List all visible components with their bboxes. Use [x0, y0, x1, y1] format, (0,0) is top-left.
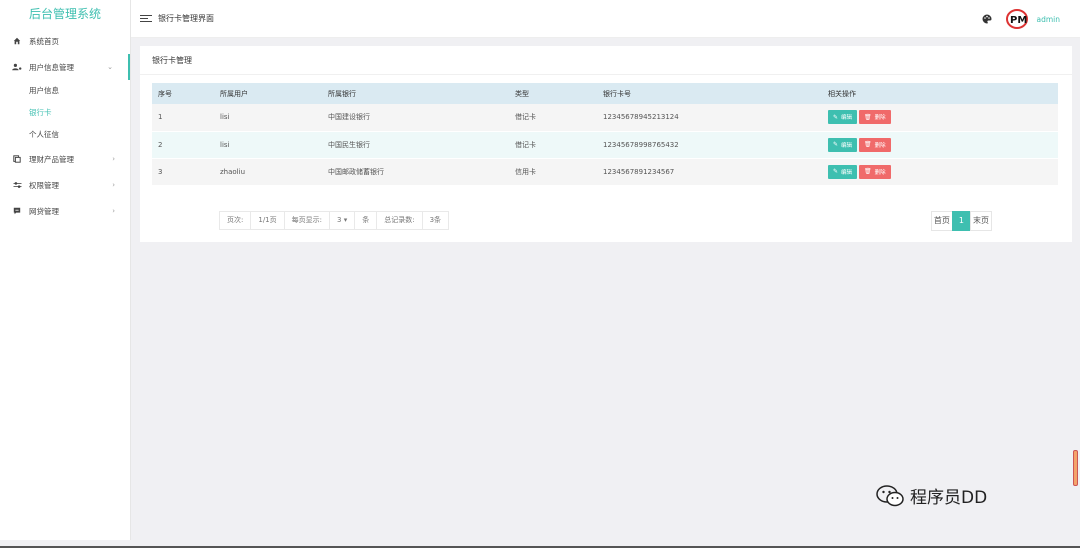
per-page-unit: 条: [355, 212, 378, 229]
trash-icon: 🗑: [864, 168, 872, 175]
sidebar-item-label: 网贷管理: [29, 206, 59, 216]
sidebar-item-home[interactable]: 系统首页: [0, 28, 130, 54]
cell-actions: ✎ 编辑 🗑 删除: [822, 131, 1058, 158]
brand-title: 后台管理系统: [28, 7, 101, 21]
user-name[interactable]: admin: [1037, 15, 1061, 24]
cell-type: 借记卡: [515, 140, 536, 149]
last-page-button[interactable]: 末页: [970, 211, 992, 231]
total-value: 3条: [429, 216, 442, 224]
column-header: 所属用户: [220, 89, 248, 98]
delete-button[interactable]: 🗑 删除: [859, 164, 891, 179]
cell-card-number: 12345678945213124: [603, 113, 679, 122]
column-header: 所属银行: [328, 89, 356, 98]
sidebar-item-label: 用户信息管理: [29, 62, 74, 72]
pencil-icon: ✎: [833, 168, 839, 175]
wechat-icon: [876, 484, 904, 506]
per-page-label: 每页显示:: [285, 212, 330, 229]
sidebar-subitem-user-info[interactable]: 用户信息: [0, 80, 130, 102]
bank-card-panel: 银行卡管理 序号 所属用户 所属银行 类型 银行卡号 相关操作 1 lisi 中…: [140, 46, 1072, 242]
edit-label: 编辑: [841, 142, 853, 149]
finance-icon: [12, 154, 22, 164]
top-bar: 银行卡管理界面 PM admin: [131, 0, 1080, 38]
per-page-value: 3: [336, 216, 342, 224]
watermark-text: 程序员DD: [910, 488, 988, 508]
delete-label: 删除: [874, 115, 886, 122]
sidebar-item-finance[interactable]: 理财产品管理 ›: [0, 146, 130, 172]
current-page-button[interactable]: 1: [951, 211, 971, 231]
edit-button[interactable]: ✎ 编辑: [828, 110, 858, 125]
edit-label: 编辑: [841, 169, 853, 176]
sidebar-subitem-bank-card[interactable]: 银行卡: [0, 102, 130, 124]
cell-bank: 中国民生银行: [328, 140, 370, 149]
chevron-down-icon: ⌄: [107, 63, 113, 71]
chevron-down-icon: ▾: [343, 216, 348, 224]
cell-user: zhaoliu: [220, 167, 246, 176]
pencil-icon: ✎: [833, 141, 839, 148]
sliders-icon: [12, 180, 22, 190]
pagination: 首页 1 末页: [930, 211, 992, 231]
cell-index: 1: [158, 113, 163, 122]
palette-icon[interactable]: [982, 14, 992, 24]
cell-index: 3: [158, 167, 163, 176]
avatar[interactable]: PM: [1005, 9, 1028, 29]
page-title: 银行卡管理界面: [158, 14, 214, 23]
sidebar-item-user-info[interactable]: 用户信息管理 ⌄: [0, 54, 130, 80]
edit-button[interactable]: ✎ 编辑: [828, 137, 858, 152]
pagination-info: 页次: 1/1页 每页显示: 3 ▾ 条 总记录数: 3条: [219, 211, 450, 230]
total-label: 总记录数:: [377, 212, 423, 229]
pencil-icon: ✎: [833, 113, 839, 121]
sidebar: 后台管理系统 系统首页 用户信息管理 ⌄ 用户信息 银行卡 个人征信 理财产品管…: [0, 0, 131, 540]
menu-toggle-icon[interactable]: [140, 15, 152, 22]
sidebar-item-label: 权限管理: [29, 180, 59, 190]
delete-label: 删除: [874, 142, 886, 149]
edit-label: 编辑: [841, 115, 853, 122]
sidebar-item-permission[interactable]: 权限管理 ›: [0, 172, 130, 198]
column-header: 银行卡号: [603, 89, 631, 98]
cell-user: lisi: [220, 113, 230, 122]
table-row: 2 lisi 中国民生银行 借记卡 12345678998765432 ✎ 编辑 🗑…: [152, 131, 1058, 158]
scrollbar[interactable]: [1073, 450, 1078, 486]
sidebar-item-loan[interactable]: 网贷管理 ›: [0, 198, 130, 224]
cell-actions: ✎ 编辑 🗑 删除: [822, 104, 1058, 131]
column-header: 序号: [158, 89, 172, 98]
users-icon: [12, 62, 22, 72]
column-header: 相关操作: [828, 89, 856, 98]
panel-title: 银行卡管理: [140, 46, 1072, 75]
trash-icon: 🗑: [864, 141, 872, 148]
cell-index: 2: [158, 140, 163, 149]
page-label: 页次:: [220, 212, 252, 229]
edit-button[interactable]: ✎ 编辑: [828, 164, 858, 179]
delete-label: 删除: [874, 169, 886, 176]
sidebar-subitem-credit[interactable]: 个人征信: [0, 124, 130, 146]
table-header-row: 序号 所属用户 所属银行 类型 银行卡号 相关操作: [152, 83, 1058, 104]
cell-bank: 中国建设银行: [328, 113, 370, 122]
first-page-button[interactable]: 首页: [930, 211, 953, 231]
chevron-right-icon: ›: [112, 181, 115, 189]
sidebar-item-label: 理财产品管理: [29, 154, 74, 164]
cell-card-number: 12345678998765432: [603, 140, 679, 149]
bank-card-table: 序号 所属用户 所属银行 类型 银行卡号 相关操作 1 lisi 中国建设银行 …: [152, 83, 1058, 186]
cell-card-number: 1234567891234567: [603, 167, 675, 176]
cell-type: 信用卡: [515, 167, 536, 176]
watermark: 程序员DD: [876, 483, 987, 508]
cell-actions: ✎ 编辑 🗑 删除: [822, 158, 1058, 185]
cell-user: lisi: [220, 140, 230, 149]
trash-icon: 🗑: [864, 113, 872, 121]
cell-bank: 中国邮政储蓄银行: [328, 167, 384, 176]
message-icon: [12, 206, 22, 216]
table-row: 3 zhaoliu 中国邮政储蓄银行 信用卡 1234567891234567 …: [152, 158, 1058, 185]
chevron-right-icon: ›: [112, 207, 115, 215]
sidebar-item-label: 系统首页: [29, 36, 59, 46]
chevron-right-icon: ›: [112, 155, 115, 163]
per-page-select[interactable]: 3 ▾: [330, 212, 356, 229]
page-value: 1/1页: [251, 212, 285, 229]
avatar-text: PM: [1010, 15, 1027, 26]
column-header: 类型: [515, 89, 529, 98]
table-row: 1 lisi 中国建设银行 借记卡 12345678945213124 ✎ 编辑 🗑…: [152, 104, 1058, 131]
cell-type: 借记卡: [515, 113, 536, 122]
home-icon: [12, 36, 22, 46]
delete-button[interactable]: 🗑 删除: [859, 110, 891, 125]
delete-button[interactable]: 🗑 删除: [859, 137, 891, 152]
